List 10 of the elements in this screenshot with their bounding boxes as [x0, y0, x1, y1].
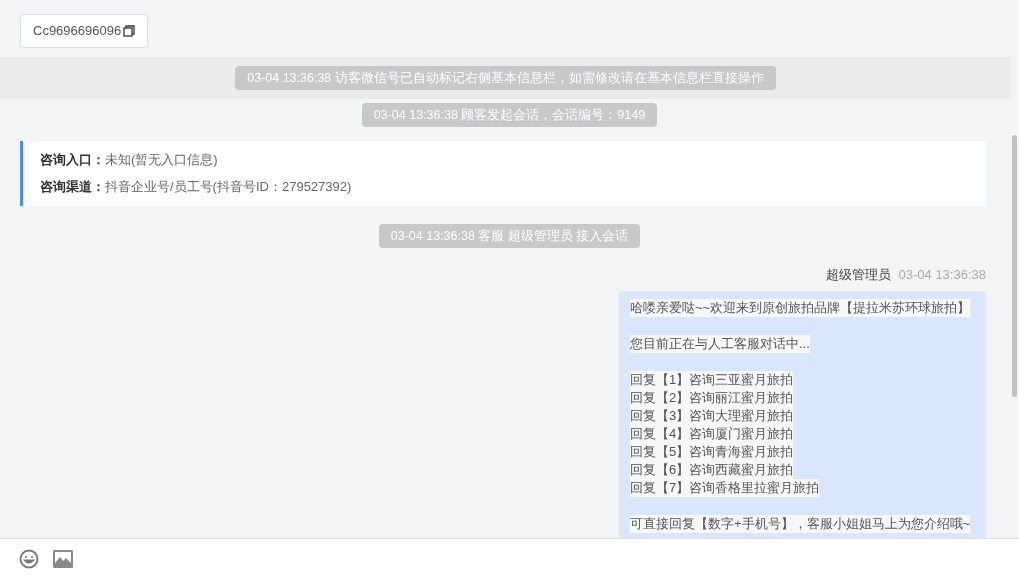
message-time: 03-04 13:36:38 — [898, 266, 986, 284]
info-value: 抖音企业号/员工号(抖音号ID：279527392) — [105, 178, 352, 196]
copy-icon — [123, 25, 136, 37]
image-icon[interactable] — [53, 549, 73, 568]
sender-name: 超级管理员 — [825, 266, 891, 284]
info-value: 未知(暂无入口信息) — [105, 151, 218, 169]
info-label: 咨询渠道： — [40, 178, 105, 196]
emoji-icon[interactable] — [19, 548, 39, 569]
copy-id-button[interactable]: Cc9696696096 — [20, 14, 149, 48]
info-label: 咨询入口： — [40, 151, 105, 169]
